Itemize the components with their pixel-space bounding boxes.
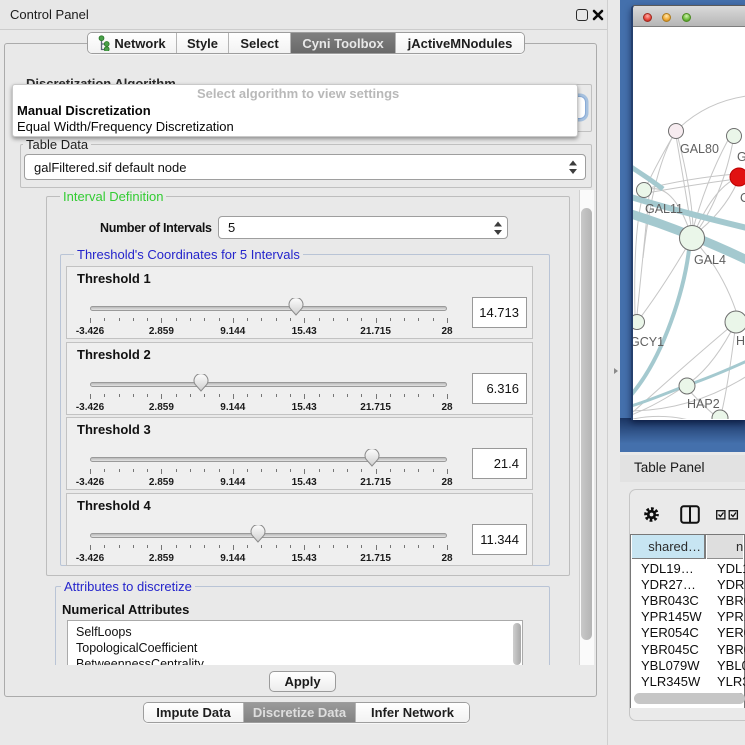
svg-text:C: C — [740, 191, 745, 205]
svg-text:GAL80: GAL80 — [680, 142, 719, 156]
svg-text:HAP2: HAP2 — [687, 397, 720, 411]
svg-text:GCY1: GCY1 — [633, 335, 664, 349]
svg-text:G: G — [737, 150, 745, 164]
svg-text:H: H — [736, 334, 745, 348]
svg-text:GAL11: GAL11 — [645, 202, 683, 216]
svg-text:GAL4: GAL4 — [694, 253, 726, 267]
